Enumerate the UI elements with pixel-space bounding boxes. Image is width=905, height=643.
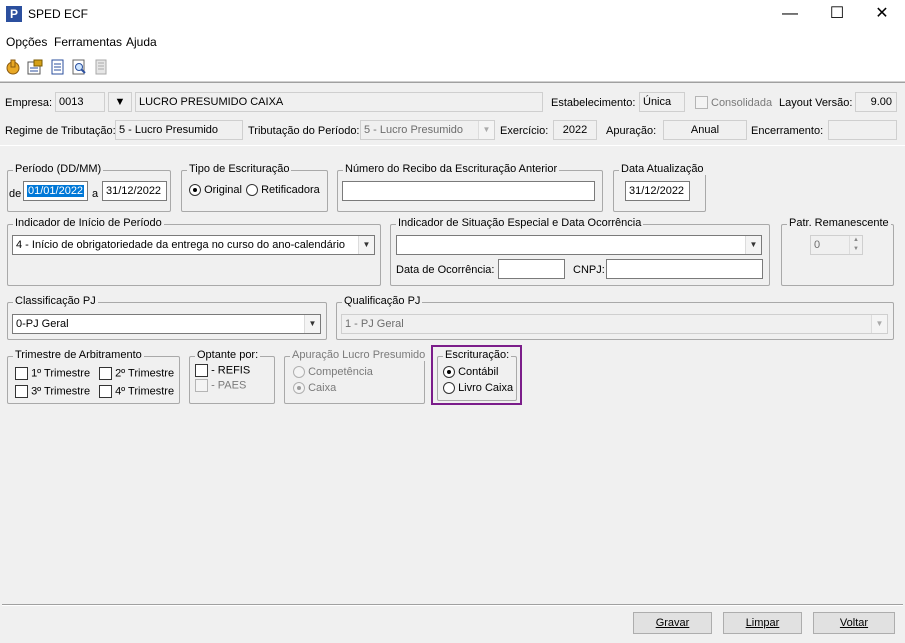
app-icon: P [6, 6, 22, 22]
menu-ferramentas[interactable]: Ferramentas [54, 35, 122, 49]
cnpj-field[interactable] [606, 259, 763, 279]
recibo-field[interactable] [342, 181, 595, 201]
consolidada-checkbox [695, 96, 708, 109]
regime-label: Regime de Tributação: [5, 125, 116, 137]
document-icon[interactable] [48, 58, 66, 76]
title-bar: P SPED ECF — ☐ ✕ [0, 0, 905, 30]
periodo-inicio-field[interactable]: 01/01/2022 [23, 181, 88, 201]
competencia-radio: Competência [293, 366, 373, 379]
data-atualizacao-title: Data Atualização [619, 163, 706, 175]
gravar-button[interactable]: Gravar [633, 612, 712, 634]
list-icon [92, 58, 110, 76]
situacao-especial-select[interactable]: ▼ [396, 235, 762, 255]
tributacao-select: 5 - Lucro Presumido ▼ [360, 120, 495, 140]
trimestre-2-checkbox[interactable]: 2º Trimestre [99, 367, 174, 380]
qualificacao-title: Qualificação PJ [342, 295, 423, 307]
apuracao-lucro-group: Apuração Lucro Presumido [284, 349, 428, 404]
exercicio-label: Exercício: [500, 125, 549, 137]
inicio-periodo-group: Indicador de Início de Período [7, 217, 381, 286]
classificacao-select[interactable]: 0-PJ Geral ▼ [12, 314, 321, 334]
patr-remanescente-spinner: 0 ▲ ▼ [810, 235, 863, 255]
inicio-periodo-title: Indicador de Início de Período [13, 217, 164, 229]
trimestre-1-checkbox[interactable]: 1º Trimestre [15, 367, 90, 380]
menu-bar: Opções Ferramentas Ajuda [0, 30, 905, 54]
paes-checkbox: - PAES [195, 379, 246, 392]
trimestre-title: Trimestre de Arbitramento [13, 349, 144, 361]
optante-title: Optante por: [195, 349, 261, 361]
encerramento-label: Encerramento: [751, 125, 824, 137]
menu-opcoes[interactable]: Opções [6, 35, 47, 49]
hand-icon[interactable] [4, 58, 22, 76]
consolidada-label: Consolidada [711, 97, 773, 109]
refis-checkbox[interactable]: - REFIS [195, 364, 250, 377]
situacao-especial-title: Indicador de Situação Especial e Data Oc… [396, 217, 644, 229]
voltar-button[interactable]: Voltar [813, 612, 895, 634]
estabelecimento-label: Estabelecimento: [551, 97, 636, 109]
regime-field: 5 - Lucro Presumido [115, 120, 243, 140]
apuracao-label: Apuração: [606, 125, 657, 137]
maximize-button[interactable]: ☐ [814, 0, 860, 30]
tipo-escrituracao-title: Tipo de Escrituração [187, 163, 292, 175]
livro-caixa-radio[interactable]: Livro Caixa [443, 382, 513, 395]
periodo-de-label: de [9, 188, 22, 200]
limpar-button[interactable]: Limpar [723, 612, 802, 634]
empresa-label: Empresa: [5, 97, 53, 109]
empresa-name-field: LUCRO PRESUMIDO CAIXA [135, 92, 543, 112]
window-title: SPED ECF [28, 7, 89, 21]
periodo-a-label: a [92, 188, 99, 200]
inicio-periodo-select[interactable]: 4 - Início de obrigatoriedade da entrega… [12, 235, 375, 255]
data-atualizacao-field[interactable]: 31/12/2022 [625, 181, 690, 201]
qualificacao-select: 1 - PJ Geral ▼ [341, 314, 888, 334]
toolbar [0, 54, 905, 82]
edit-document-icon[interactable] [26, 58, 44, 76]
layout-version-label: Layout Versão: [779, 97, 853, 109]
data-ocorrencia-field[interactable] [498, 259, 565, 279]
recibo-title: Número do Recibo da Escrituração Anterio… [343, 163, 560, 175]
bottom-separator [2, 604, 903, 606]
retificadora-radio[interactable]: Retificadora [246, 184, 320, 197]
trimestre-4-checkbox[interactable]: 4º Trimestre [99, 385, 174, 398]
cnpj-label: CNPJ: [573, 264, 605, 276]
periodo-fim-field[interactable]: 31/12/2022 [102, 181, 167, 201]
original-radio[interactable]: Original [189, 184, 242, 197]
tributacao-label: Tributação do Período: [248, 125, 360, 137]
escrituracao-group: Escrituração: [437, 349, 517, 401]
close-button[interactable]: ✕ [859, 0, 905, 30]
empresa-dropdown-button[interactable]: ▼ [108, 92, 132, 112]
caixa-radio: Caixa [293, 382, 336, 395]
escrituracao-title: Escrituração: [443, 349, 512, 361]
search-document-icon[interactable] [70, 58, 88, 76]
periodo-title: Período (DD/MM) [13, 163, 104, 175]
patr-remanescente-title: Patr. Remanescente [787, 217, 891, 229]
data-ocorrencia-label: Data de Ocorrência: [396, 264, 495, 276]
apuracao-field: Anual [663, 120, 747, 140]
menu-ajuda[interactable]: Ajuda [126, 35, 157, 49]
minimize-button[interactable]: — [767, 0, 813, 30]
apuracao-lucro-title: Apuração Lucro Presumido [290, 349, 428, 361]
empresa-code-field: 0013 [55, 92, 105, 112]
patr-remanescente-group: Patr. Remanescente [781, 217, 894, 286]
trimestre-3-checkbox[interactable]: 3º Trimestre [15, 385, 90, 398]
classificacao-title: Classificação PJ [13, 295, 98, 307]
encerramento-field [828, 120, 897, 140]
layout-version-field: 9.00 [855, 92, 897, 112]
contabil-radio[interactable]: Contábil [443, 366, 498, 379]
estabelecimento-field: Única [639, 92, 685, 112]
exercicio-field: 2022 [553, 120, 597, 140]
